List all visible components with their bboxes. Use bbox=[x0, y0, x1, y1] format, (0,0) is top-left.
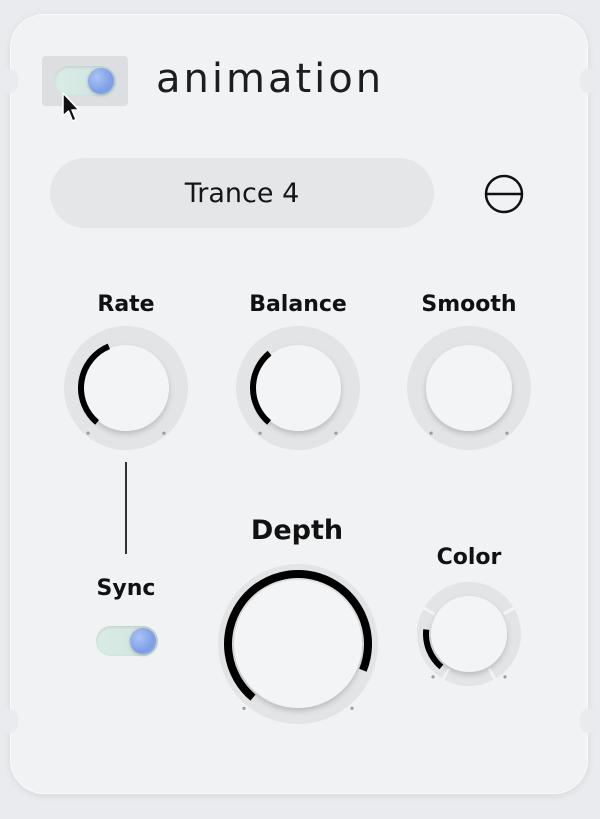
knob-face bbox=[431, 596, 507, 672]
balance-knob[interactable] bbox=[236, 326, 360, 450]
smooth-knob-graphic bbox=[407, 326, 531, 450]
knob-range-dot bbox=[350, 706, 354, 710]
sync-label: Sync bbox=[96, 576, 156, 601]
panel-notch bbox=[580, 69, 596, 93]
smooth-knob[interactable] bbox=[407, 326, 531, 450]
knob-range-dot bbox=[431, 675, 435, 679]
panel-notch bbox=[2, 69, 18, 93]
arrow-cursor-icon bbox=[62, 92, 82, 129]
rate-knob-graphic bbox=[64, 326, 188, 450]
header-toggle-highlight bbox=[42, 56, 128, 106]
knob-range-dot bbox=[86, 431, 90, 435]
depth-knob[interactable] bbox=[210, 556, 386, 732]
color-knob-graphic bbox=[417, 582, 521, 686]
knob-range-dot bbox=[162, 431, 166, 435]
preset-selector[interactable]: Trance 4 bbox=[50, 158, 434, 228]
preset-name: Trance 4 bbox=[184, 177, 300, 209]
smooth-label: Smooth bbox=[421, 292, 517, 317]
sync-toggle[interactable] bbox=[96, 626, 158, 656]
knob-range-dot bbox=[503, 675, 507, 679]
knob-range-dot bbox=[334, 431, 338, 435]
rate-knob[interactable] bbox=[64, 326, 188, 450]
knob-range-dot bbox=[242, 706, 246, 710]
rate-label: Rate bbox=[97, 292, 155, 317]
panel-notch bbox=[2, 709, 18, 733]
knob-face bbox=[426, 345, 512, 431]
knob-range-dot bbox=[505, 431, 509, 435]
circle-minus-icon[interactable] bbox=[484, 174, 524, 214]
depth-label: Depth bbox=[250, 515, 344, 546]
toggle-knob bbox=[88, 68, 114, 94]
panel-notch bbox=[580, 709, 596, 733]
knob-range-dot bbox=[258, 431, 262, 435]
color-knob[interactable] bbox=[410, 575, 528, 693]
knob-range-dot bbox=[429, 431, 433, 435]
knob-face bbox=[234, 580, 362, 708]
color-label: Color bbox=[436, 545, 502, 570]
balance-label: Balance bbox=[249, 292, 347, 317]
sync-link-line bbox=[125, 462, 127, 554]
balance-knob-graphic bbox=[236, 326, 360, 450]
page-title: animation bbox=[156, 56, 385, 102]
toggle-knob bbox=[130, 628, 156, 654]
depth-knob-graphic bbox=[218, 564, 378, 724]
